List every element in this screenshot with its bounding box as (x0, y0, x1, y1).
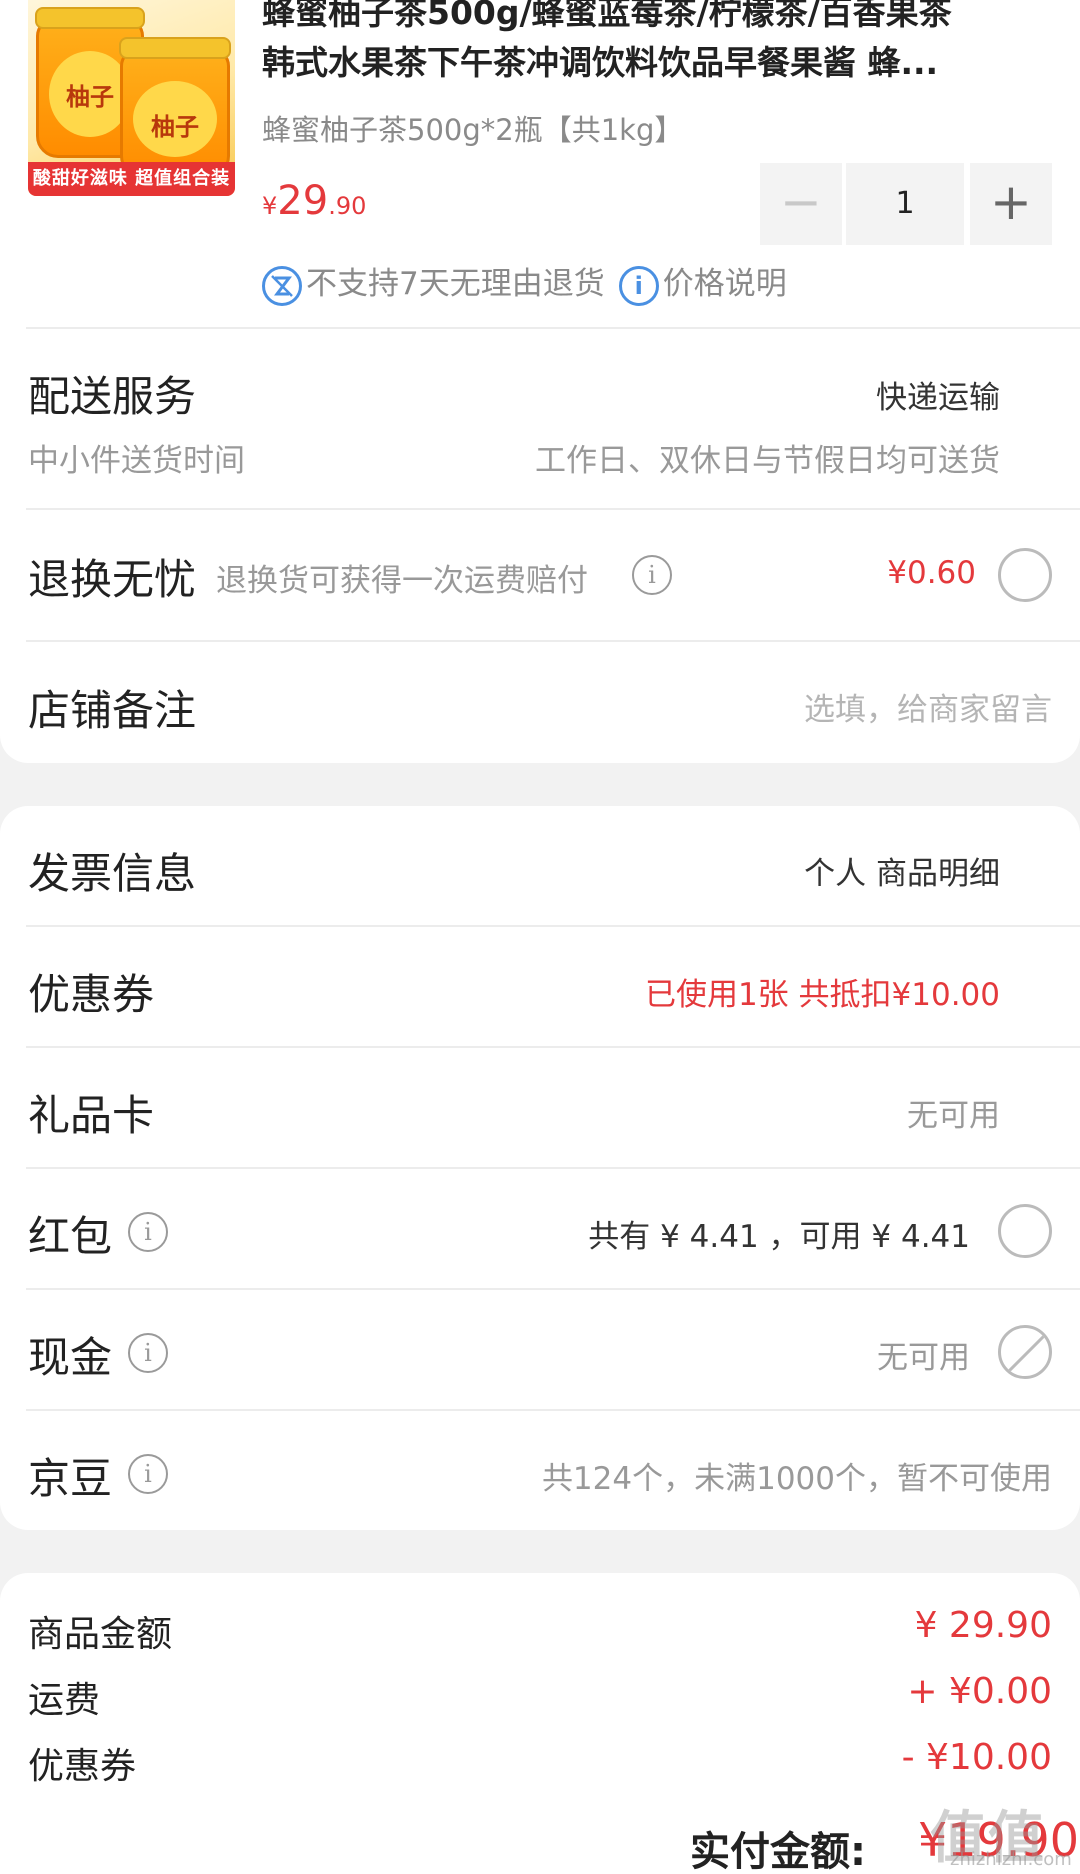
info-icon[interactable]: i (618, 265, 659, 306)
divider (26, 1167, 1080, 1169)
info-icon[interactable]: i (128, 1212, 168, 1252)
shop-note-title: 店铺备注 (28, 686, 197, 735)
delivery-time-label: 中小件送货时间 (28, 443, 245, 479)
info-icon[interactable]: i (128, 1454, 168, 1494)
payment-options-card: 发票信息 个人 商品明细 优惠券 已使用1张 共抵扣¥10.00 礼品卡 无可用… (0, 806, 1080, 1530)
product-price: ¥29.90 (262, 178, 366, 224)
jar-label: 柚子 (49, 51, 131, 137)
delivery-method[interactable]: 快递运输 (876, 372, 1000, 417)
info-icon[interactable]: i (632, 555, 672, 595)
no-return-text: 不支持7天无理由退货 (306, 266, 605, 302)
order-items-card: 柚子 柚子 酸甜好滋味 超值组合装 蜂蜜柚子茶500g/蜂蜜蓝莓茶/柠檬茶/百香… (0, 0, 1080, 763)
product-title-line2: 韩式水果茶下午茶冲调饮料饮品早餐果酱 蜂... (262, 43, 939, 82)
cash-value: 无可用 (877, 1340, 970, 1376)
coupon-summary-label: 优惠券 (28, 1746, 137, 1787)
coupon-value[interactable]: 已使用1张 共抵扣¥10.00 (645, 969, 1000, 1014)
price-note-link[interactable]: 价格说明 (663, 266, 787, 302)
jar-label: 柚子 (133, 81, 217, 157)
coupon-title: 优惠券 (28, 970, 155, 1019)
divider (26, 327, 1080, 329)
info-icon[interactable]: i (128, 1333, 168, 1373)
product-notices: 不支持7天无理由退货 i 价格说明 (262, 262, 787, 306)
divider (26, 1288, 1080, 1290)
decrease-quantity-button[interactable]: − (760, 163, 842, 245)
return-worry-radio[interactable] (998, 548, 1052, 602)
shipping-value: + ¥0.00 (907, 1671, 1052, 1712)
red-packet-value: 共有 ¥ 4.41 ，可用 ¥ 4.41 (588, 1219, 970, 1255)
site-watermark-url: zhizhizhi.com (950, 1849, 1072, 1870)
jd-beans-value: 共124个，未满1000个，暂不可使用 (541, 1461, 1052, 1497)
no-return-icon (262, 265, 302, 306)
product-title[interactable]: 蜂蜜柚子茶500g/蜂蜜蓝莓茶/柠檬茶/百香果茶 韩式水果茶下午茶冲调饮料饮品早… (262, 0, 1062, 88)
invoice-value[interactable]: 个人 商品明细 (804, 848, 1000, 893)
coupon-summary-value: - ¥10.00 (901, 1737, 1052, 1778)
delivery-time-value[interactable]: 工作日、双休日与节假日均可送货 (535, 435, 1000, 480)
divider (26, 925, 1080, 927)
divider (26, 1409, 1080, 1411)
gift-card-value[interactable]: 无可用 (907, 1090, 1000, 1135)
product-title-line1: 蜂蜜柚子茶500g/蜂蜜蓝莓茶/柠檬茶/百香果茶 (262, 0, 952, 32)
price-symbol: ¥ (262, 192, 278, 220)
product-image[interactable]: 柚子 柚子 酸甜好滋味 超值组合装 (28, 0, 235, 196)
order-summary-card: 商品金额 ¥ 29.90 运费 + ¥0.00 优惠券 - ¥10.00 实付金… (0, 1573, 1080, 1874)
quantity-value[interactable]: 1 (846, 163, 964, 245)
goods-amount-value: ¥ 29.90 (914, 1605, 1052, 1646)
unavailable-icon (998, 1325, 1052, 1379)
increase-quantity-button[interactable]: + (970, 163, 1052, 245)
red-packet-title: 红包 (28, 1212, 113, 1261)
total-label: 实付金额: (690, 1829, 866, 1874)
gift-card-title: 礼品卡 (28, 1091, 155, 1140)
product-spec[interactable]: 蜂蜜柚子茶500g*2瓶【共1kg】 (262, 107, 683, 149)
divider (26, 508, 1080, 510)
invoice-title: 发票信息 (28, 849, 197, 898)
shipping-label: 运费 (28, 1680, 101, 1721)
price-integer: 29 (277, 178, 329, 224)
delivery-title: 配送服务 (28, 372, 197, 421)
divider (26, 640, 1080, 642)
red-packet-radio[interactable] (998, 1204, 1052, 1258)
return-worry-title: 退换无忧 (28, 555, 197, 604)
goods-amount-label: 商品金额 (28, 1614, 173, 1655)
return-worry-price: ¥0.60 (887, 555, 976, 591)
return-worry-desc: 退换货可获得一次运费赔付 (216, 563, 588, 599)
jar-graphic: 柚子 (119, 37, 231, 178)
cash-title: 现金 (28, 1333, 113, 1382)
quantity-stepper: − 1 + (760, 163, 1052, 245)
divider (26, 1046, 1080, 1048)
price-decimal: .90 (328, 192, 367, 220)
jd-beans-title: 京豆 (28, 1454, 113, 1503)
product-image-banner: 酸甜好滋味 超值组合装 (28, 162, 235, 196)
shop-note-input[interactable]: 选填，给商家留言 (804, 684, 1052, 729)
